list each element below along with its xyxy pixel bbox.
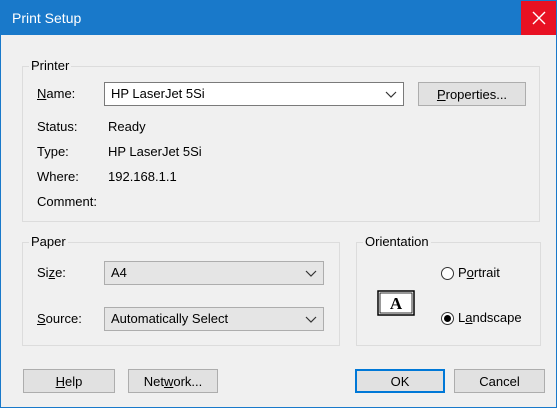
chevron-down-icon: [305, 270, 317, 277]
paper-size-value: A4: [111, 265, 127, 280]
portrait-radio[interactable]: [441, 267, 454, 280]
printer-name-select[interactable]: HP LaserJet 5Si: [104, 82, 404, 106]
paper-group-label: Paper: [29, 234, 68, 250]
printer-name-value: HP LaserJet 5Si: [111, 86, 205, 101]
size-label: Size:: [37, 265, 66, 280]
landscape-label[interactable]: Landscape: [458, 310, 522, 326]
cancel-button[interactable]: Cancel: [454, 369, 545, 393]
paper-source-select[interactable]: Automatically Select: [104, 307, 324, 331]
ok-button[interactable]: OK: [355, 369, 445, 393]
comment-label: Comment:: [37, 194, 97, 209]
where-value: 192.168.1.1: [108, 169, 177, 184]
radio-selected-dot: [444, 315, 451, 322]
printer-group-label: Printer: [29, 58, 72, 74]
properties-button[interactable]: Properties...: [418, 82, 526, 106]
orientation-group-label: Orientation: [363, 234, 431, 250]
type-value: HP LaserJet 5Si: [108, 144, 202, 159]
landscape-radio[interactable]: [441, 312, 454, 325]
help-button[interactable]: Help: [23, 369, 115, 393]
status-label: Status:: [37, 119, 78, 134]
name-label: Name:: [37, 86, 76, 101]
close-icon: [532, 11, 545, 25]
title-bar: Print Setup: [1, 1, 556, 35]
chevron-down-icon: [385, 91, 397, 98]
chevron-down-icon: [305, 316, 317, 323]
svg-text:A: A: [390, 294, 403, 313]
source-label: Source:: [37, 311, 82, 326]
type-label: Type:: [37, 144, 69, 159]
where-label: Where:: [37, 169, 79, 184]
window-title: Print Setup: [12, 10, 82, 26]
close-button[interactable]: [521, 1, 556, 35]
paper-source-value: Automatically Select: [111, 311, 229, 326]
landscape-page-icon: A: [377, 290, 415, 316]
paper-size-select[interactable]: A4: [104, 261, 324, 285]
status-value: Ready: [108, 119, 146, 134]
print-setup-dialog: Print Setup Printer Name: HP LaserJet 5S…: [0, 0, 557, 408]
network-button[interactable]: Net w ork...: [128, 369, 218, 393]
portrait-label[interactable]: Portrait: [458, 265, 500, 281]
